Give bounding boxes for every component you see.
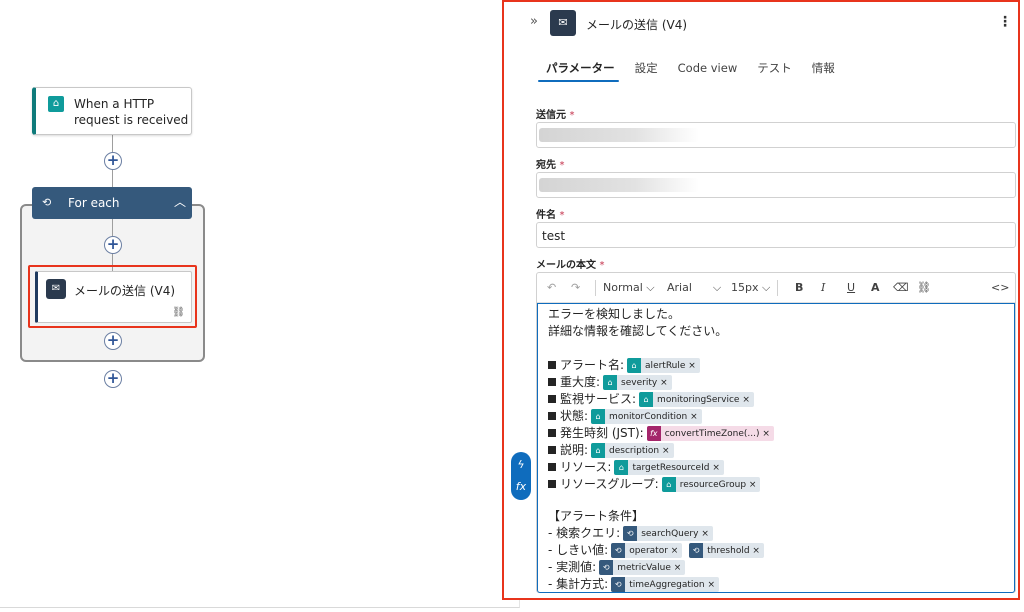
- add-step-button[interactable]: +: [104, 152, 122, 170]
- variable-token[interactable]: ⟲ searchQuery ×: [623, 526, 713, 541]
- rich-text-editor[interactable]: ↶ ↷ Normal ⌵ Arial ⌵ 15px ⌵ B I U A ⌫ ⛓ …: [536, 272, 1016, 593]
- subject-label: 件名 *: [536, 210, 565, 221]
- add-step-in-loop-button[interactable]: +: [104, 236, 122, 254]
- loop-icon: ⟲: [42, 196, 52, 209]
- email-body-content[interactable]: エラーを検知しました。 詳細な情報を確認してください。 アラート名: ⌂ alert…: [537, 303, 1015, 593]
- trigger-title: When a HTTP request is received: [74, 97, 189, 127]
- body-label: メールの本文 *: [536, 260, 605, 271]
- body-line: エラーを検知しました。: [548, 307, 681, 321]
- variable-token[interactable]: ⟲ operator ×: [611, 543, 683, 558]
- dynamic-token[interactable]: ⌂ targetResourceId ×: [614, 460, 724, 475]
- expand-panel-icon[interactable]: »: [530, 14, 538, 29]
- outlook-icon: ✉: [550, 10, 576, 36]
- font-dropdown[interactable]: Arial ⌵: [667, 281, 721, 295]
- dynamic-token[interactable]: ⌂ severity ×: [603, 375, 672, 390]
- subject-field[interactable]: test: [536, 222, 1016, 248]
- italic-button[interactable]: I: [821, 281, 825, 294]
- expression-fx-icon[interactable]: fx: [511, 477, 531, 497]
- from-field[interactable]: [536, 122, 1016, 148]
- tab-bar: パラメーター 設定 Code view テスト 情報: [536, 60, 845, 84]
- list-item: 発生時刻 (JST): fx convertTimeZone(...) ×: [548, 425, 774, 442]
- tab-parameters[interactable]: パラメーター: [536, 60, 625, 84]
- tab-code-view[interactable]: Code view: [668, 60, 748, 84]
- foreach-label: For each: [68, 196, 120, 210]
- dynamic-token[interactable]: ⌂ alertRule ×: [627, 358, 700, 373]
- link-icon: ⛓: [172, 307, 185, 318]
- dynamic-content-buttons: ϟ fx: [511, 452, 531, 500]
- list-item: 状態: ⌂ monitorCondition ×: [548, 408, 702, 425]
- panel-title: メールの送信 (V4): [586, 18, 688, 32]
- expression-token[interactable]: fx convertTimeZone(...) ×: [646, 426, 774, 441]
- list-item: リソースグループ: ⌂ resourceGroup ×: [548, 476, 761, 493]
- condition-item: - 集計方式: ⟲ timeAggregation ×: [548, 576, 720, 592]
- variable-token[interactable]: ⟲ timeAggregation ×: [611, 577, 720, 592]
- condition-item: - しきい値: ⟲ operator × ⟲ threshold ×: [548, 542, 764, 559]
- dynamic-token[interactable]: ⌂ monitoringService ×: [639, 392, 754, 407]
- redo-icon[interactable]: ↷: [571, 281, 580, 294]
- dynamic-token[interactable]: ⌂ description ×: [591, 443, 674, 458]
- size-dropdown[interactable]: 15px ⌵: [731, 281, 770, 295]
- code-view-toggle[interactable]: <>: [991, 281, 1009, 294]
- list-item: リソース: ⌂ targetResourceId ×: [548, 459, 724, 476]
- flow-canvas[interactable]: ⌂ When a HTTP request is received + ⟲ Fo…: [0, 0, 520, 608]
- subject-value: test: [542, 229, 566, 243]
- editor-toolbar: ↶ ↷ Normal ⌵ Arial ⌵ 15px ⌵ B I U A ⌫ ⛓ …: [537, 273, 1015, 303]
- add-step-after-action-button[interactable]: +: [104, 332, 122, 350]
- tab-settings[interactable]: 設定: [625, 60, 668, 84]
- send-email-action-card[interactable]: ✉ メールの送信 (V4) ⛓: [35, 271, 192, 323]
- redacted-value: [539, 128, 699, 142]
- lightning-icon[interactable]: ϟ: [511, 455, 531, 475]
- http-request-icon: ⌂: [48, 96, 64, 112]
- to-label: 宛先 *: [536, 160, 565, 171]
- list-item: 重大度: ⌂ severity ×: [548, 374, 672, 391]
- link-icon[interactable]: ⛓: [917, 281, 931, 294]
- trigger-card[interactable]: ⌂ When a HTTP request is received: [32, 87, 192, 135]
- font-color-button[interactable]: A: [871, 281, 880, 294]
- dynamic-token[interactable]: ⌂ resourceGroup ×: [661, 477, 761, 492]
- action-details-panel: » ✉ メールの送信 (V4) ⋮ パラメーター 設定 Code view テス…: [502, 0, 1020, 600]
- variable-token[interactable]: ⟲ metricValue ×: [599, 560, 686, 575]
- list-item: 説明: ⌂ description ×: [548, 442, 674, 459]
- action-title: メールの送信 (V4): [74, 284, 176, 298]
- tab-about[interactable]: 情報: [802, 60, 845, 84]
- outlook-icon: ✉: [46, 279, 66, 299]
- add-step-after-loop-button[interactable]: +: [104, 370, 122, 388]
- condition-item: - 実測値: ⟲ metricValue ×: [548, 559, 686, 576]
- condition-header: 【アラート条件】: [548, 509, 645, 523]
- condition-item: - 検索クエリ: ⟲ searchQuery ×: [548, 525, 713, 542]
- more-options-icon[interactable]: ⋮: [998, 14, 1012, 30]
- highlight-color-icon[interactable]: ⌫: [893, 281, 909, 294]
- undo-icon[interactable]: ↶: [547, 281, 556, 294]
- tab-test[interactable]: テスト: [747, 60, 802, 84]
- list-item: アラート名: ⌂ alertRule ×: [548, 357, 700, 374]
- underline-button[interactable]: U: [847, 281, 855, 294]
- chevron-up-icon[interactable]: ︿: [174, 193, 186, 210]
- variable-token[interactable]: ⟲ threshold ×: [689, 543, 764, 558]
- body-line: 詳細な情報を確認してください。: [548, 324, 728, 338]
- list-item: 監視サービス: ⌂ monitoringService ×: [548, 391, 754, 408]
- from-label: 送信元 *: [536, 110, 575, 121]
- foreach-header[interactable]: ⟲ For each ︿: [32, 187, 192, 219]
- to-field[interactable]: [536, 172, 1016, 198]
- bold-button[interactable]: B: [795, 281, 803, 294]
- dynamic-token[interactable]: ⌂ monitorCondition ×: [591, 409, 702, 424]
- format-dropdown[interactable]: Normal ⌵: [603, 281, 655, 295]
- redacted-value: [539, 178, 699, 192]
